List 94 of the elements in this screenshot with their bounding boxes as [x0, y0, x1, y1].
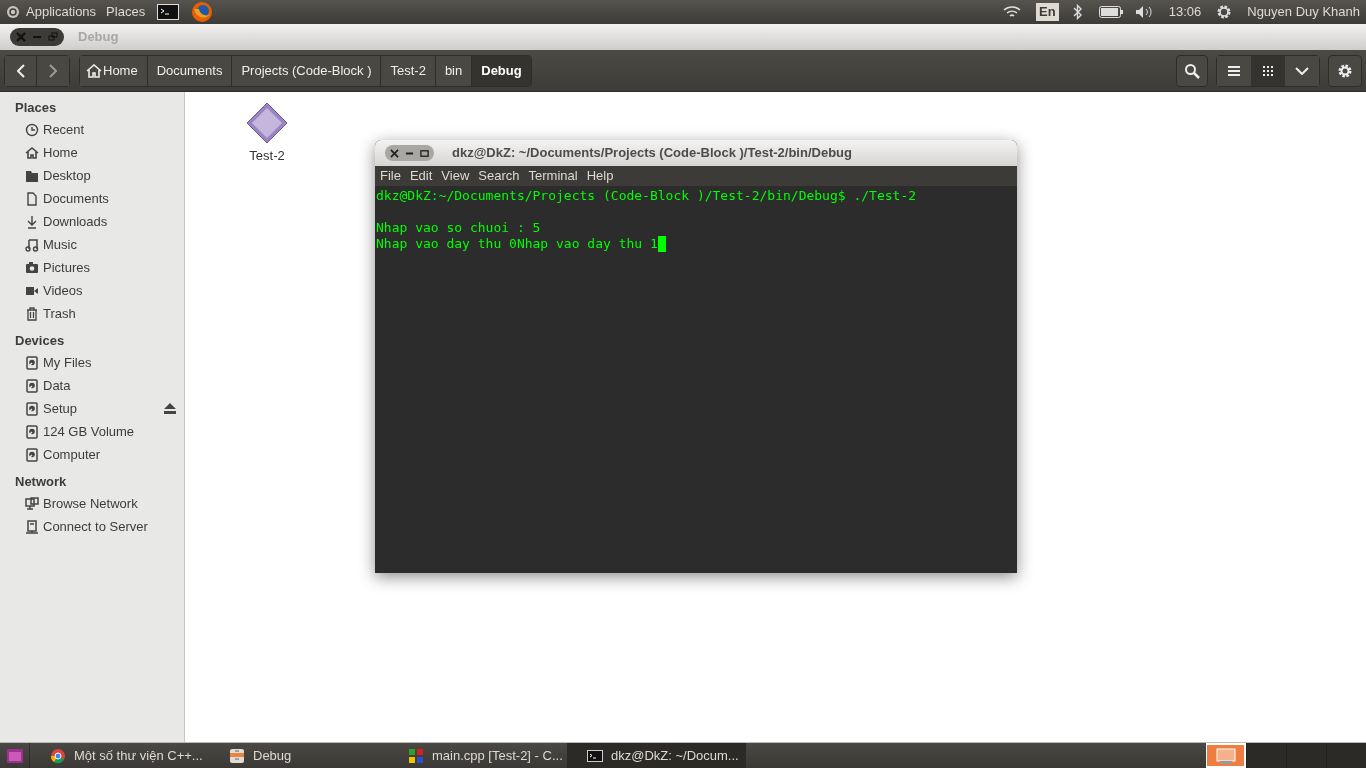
search-icon [1184, 62, 1200, 79]
terminal-command-line: dkz@DkZ:~/Documents/Projects (Code-Block )/Test-2/bin/Debug$ ./Test-2 [376, 188, 917, 204]
settings-icon [1337, 62, 1353, 79]
menu-item[interactable]: View [441, 166, 470, 186]
sidebar-item[interactable]: Music [0, 233, 184, 256]
sidebar-item[interactable]: Connect to Server [0, 515, 184, 538]
eject-icon[interactable] [164, 403, 176, 414]
sidebar-item[interactable]: Desktop [0, 164, 184, 187]
colored-squares-icon [408, 747, 424, 764]
list-view-button[interactable] [1217, 55, 1251, 86]
path-button[interactable]: Test-2 [381, 55, 436, 86]
path-button[interactable]: bin [435, 55, 473, 86]
window-title: Debug [78, 28, 119, 47]
battery-icon[interactable] [1098, 6, 1123, 18]
file-cabinet-icon [229, 747, 245, 764]
menu-item[interactable]: Edit [409, 166, 433, 186]
sidebar-heading: Network [14, 473, 68, 491]
path-button[interactable]: Home [80, 55, 148, 86]
download-icon [25, 214, 39, 229]
clock-icon [25, 122, 39, 137]
sidebar-item[interactable]: Recent [0, 118, 184, 141]
sidebar-item[interactable]: Computer [0, 443, 184, 466]
taskbar-button[interactable]: dkz@DkZ: ~/Docum... [567, 743, 746, 768]
sidebar-item[interactable]: Setup [0, 397, 184, 420]
terminal-line: Nhap vao day thu 0Nhap vao day thu 1 [376, 236, 658, 252]
volume-icon[interactable] [1134, 5, 1155, 19]
search-button[interactable] [1176, 54, 1208, 87]
sidebar-item[interactable]: 124 GB Volume [0, 420, 184, 443]
sidebar-item[interactable]: Trash [0, 302, 184, 325]
sidebar-item[interactable]: Data [0, 374, 184, 397]
forward-button[interactable] [37, 55, 69, 86]
view-options-button[interactable] [1285, 55, 1319, 86]
music-icon [25, 237, 39, 252]
terminal-line: Nhap vao so chuoi : 5 [376, 220, 541, 236]
sidebar-item[interactable]: Downloads [0, 210, 184, 233]
file-name[interactable]: Test-2 [249, 146, 285, 166]
server-icon [25, 519, 39, 534]
sidebar-item[interactable]: Documents [0, 187, 184, 210]
path-button[interactable]: Debug [472, 55, 531, 86]
panel-menu[interactable]: Applications [26, 2, 97, 22]
drive-icon [25, 355, 39, 370]
firefox-icon[interactable] [191, 1, 214, 23]
path-button[interactable]: Projects (Code-Block ) [232, 55, 382, 86]
menu-item[interactable]: Search [478, 166, 520, 186]
folder-icon [25, 168, 39, 183]
list-icon [1228, 65, 1240, 76]
sidebar-heading: Places [14, 99, 58, 117]
maximize-icon[interactable] [420, 148, 429, 158]
bluetooth-icon[interactable] [1072, 4, 1083, 20]
sidebar-item[interactable]: Pictures [0, 256, 184, 279]
drive-icon [25, 424, 39, 439]
terminal-icon[interactable] [157, 4, 180, 20]
taskbar-button[interactable]: Một số thư viện C++... [30, 743, 209, 768]
menu-item[interactable]: File [380, 166, 401, 186]
terminal-title: dkz@DkZ: ~/Documents/Projects (Code-Block )/Test-2/bin/Debug [452, 144, 852, 163]
chevron-down-icon [1295, 66, 1309, 75]
sidebar-heading: Devices [14, 332, 66, 350]
taskbar-button[interactable]: main.cpp [Test-2] - C... [388, 743, 567, 768]
browser-icon [50, 747, 66, 764]
chevron-right-icon [49, 63, 57, 78]
drive-icon [25, 401, 39, 416]
path-button[interactable]: Documents [147, 55, 233, 86]
grid-icon [1263, 65, 1273, 76]
panel-menu[interactable]: Places [106, 2, 146, 22]
clock[interactable]: 13:06 [1168, 2, 1202, 22]
user-name[interactable]: Nguyen Duy Khanh [1247, 2, 1360, 22]
grid-view-button[interactable] [1251, 55, 1285, 86]
executable-file-icon[interactable] [246, 102, 288, 144]
drive-icon [25, 447, 39, 462]
sidebar-item[interactable]: Browse Network [0, 492, 184, 515]
document-icon [25, 191, 39, 206]
sidebar-item[interactable]: Home [0, 141, 184, 164]
menu-item[interactable]: Terminal [528, 166, 578, 186]
back-button[interactable] [5, 55, 37, 86]
trash-icon [25, 306, 39, 321]
menu-item[interactable]: Help [586, 166, 614, 186]
terminal-icon [587, 747, 603, 764]
home-icon [25, 145, 39, 160]
drive-icon [25, 378, 39, 393]
network-icon [25, 496, 39, 511]
chevron-left-icon [16, 63, 25, 78]
taskbar-button[interactable]: Debug [209, 743, 388, 768]
window-thumbnail-icon [1215, 747, 1236, 764]
text-cursor [657, 236, 666, 252]
show-desktop-icon[interactable] [6, 748, 23, 763]
sidebar-item[interactable]: Videos [0, 279, 184, 302]
wifi-icon[interactable] [1002, 5, 1023, 19]
settings-button[interactable] [1328, 54, 1362, 87]
logo-icon[interactable] [6, 5, 20, 19]
keyboard-layout-indicator[interactable]: En [1036, 3, 1059, 21]
home-icon [86, 63, 102, 78]
sidebar-item[interactable]: My Files [0, 351, 184, 374]
camera-icon [25, 260, 39, 275]
close-icon[interactable] [390, 148, 399, 158]
